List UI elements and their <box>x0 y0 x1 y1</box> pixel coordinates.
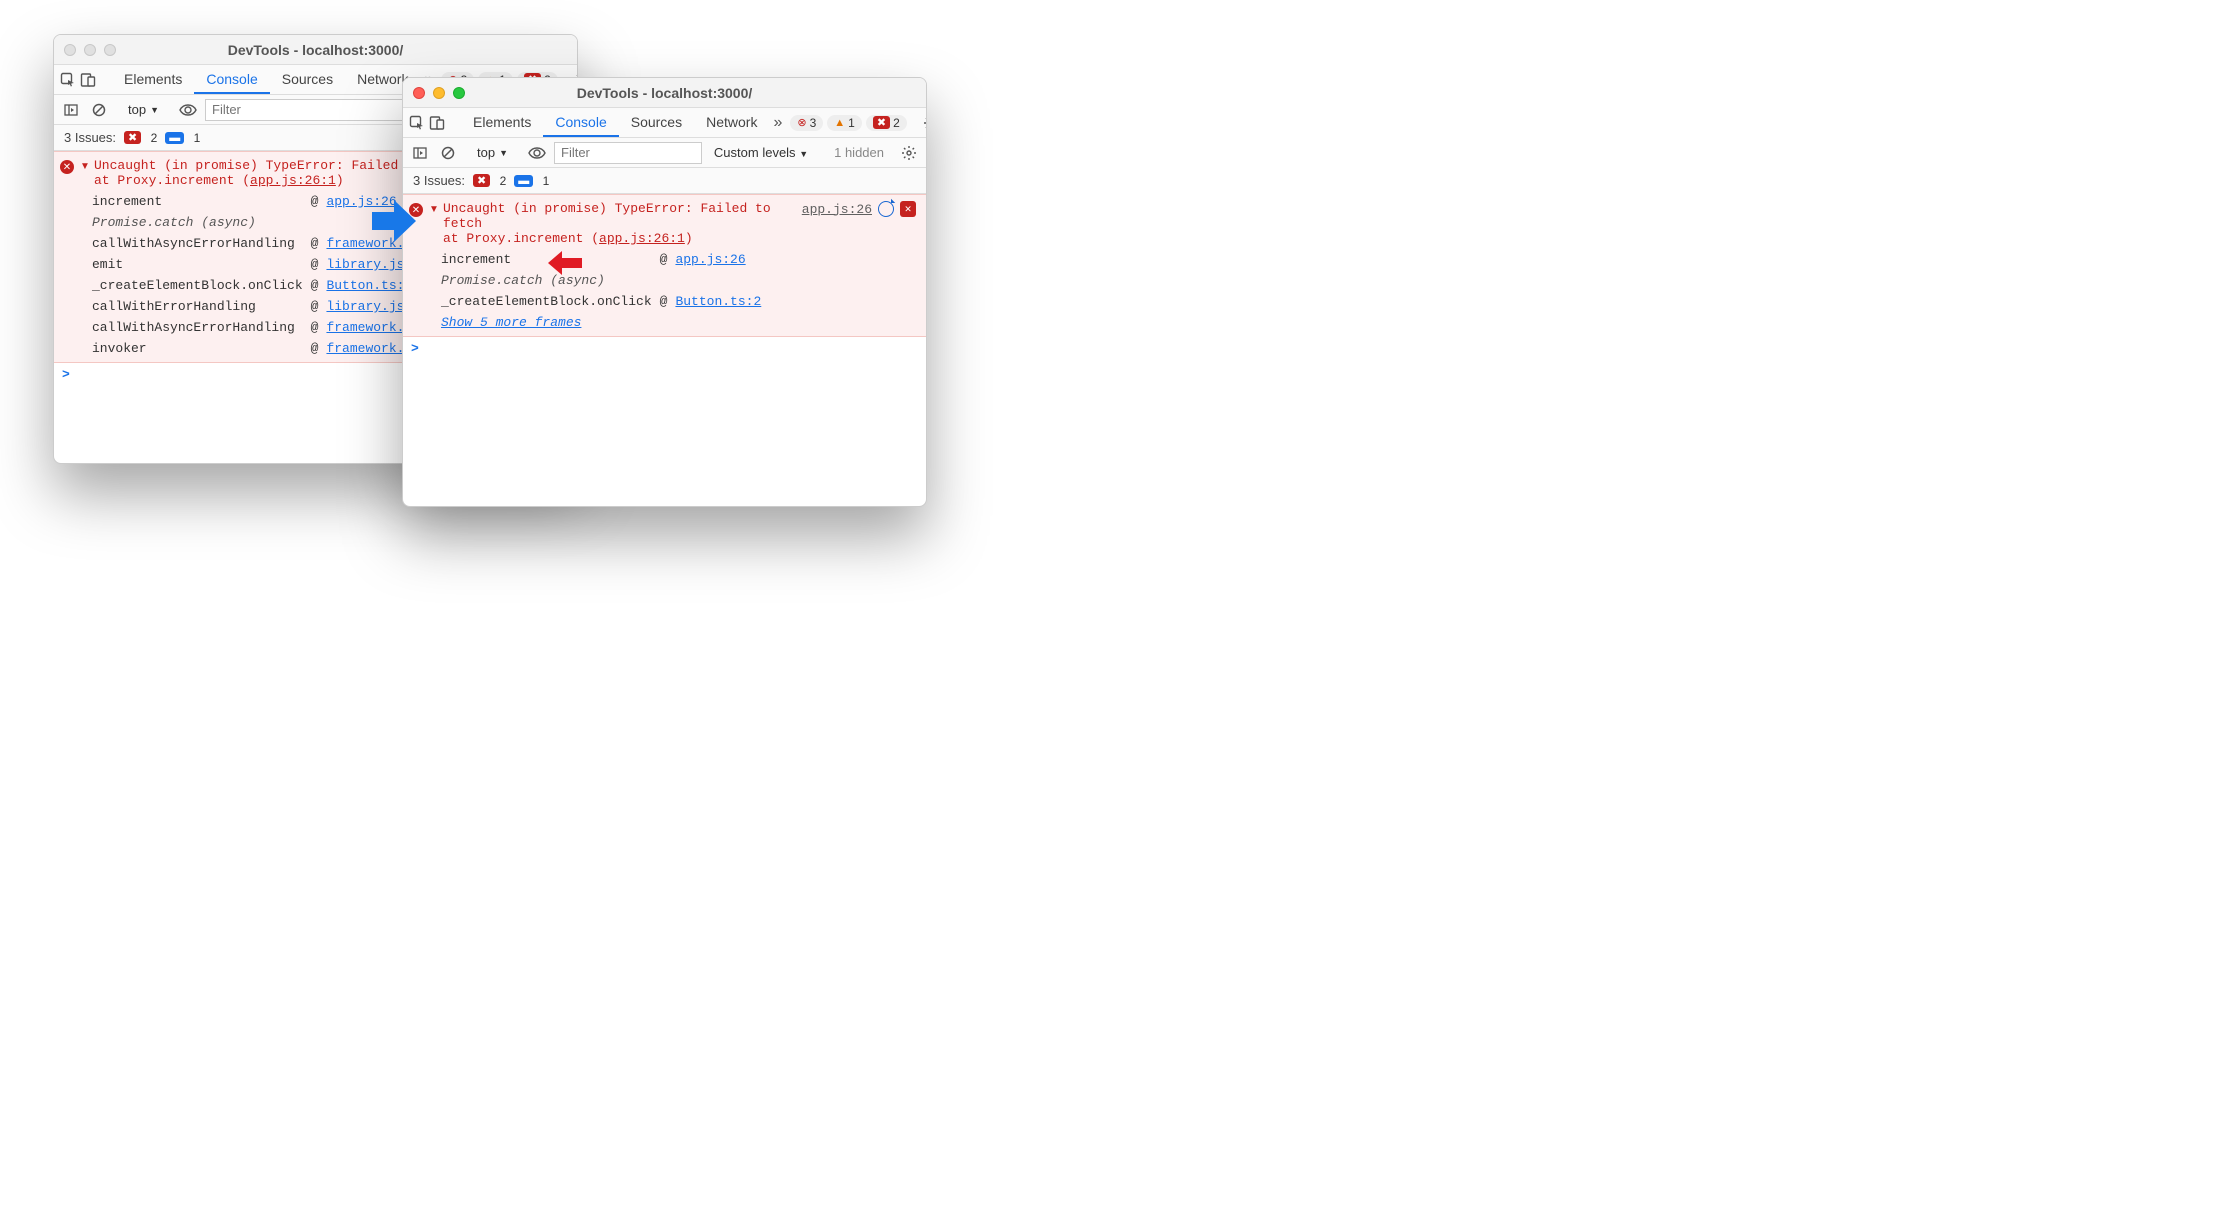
context-selector[interactable]: top▼ <box>122 102 165 117</box>
stack-fn: callWithAsyncErrorHandling <box>92 320 303 335</box>
console-prompt[interactable]: > <box>403 337 926 360</box>
dismiss-error-icon[interactable]: ✕ <box>900 201 916 217</box>
issues-red-count: 2 <box>500 174 507 188</box>
traffic-zoom[interactable] <box>104 44 116 56</box>
settings-gear-icon[interactable] <box>923 111 927 135</box>
stack-fn: emit <box>92 257 303 272</box>
context-selector[interactable]: top▼ <box>471 145 514 160</box>
clear-console-icon[interactable] <box>437 142 459 164</box>
window-titlebar: DevTools - localhost:3000/ <box>54 35 577 65</box>
restart-frame-icon[interactable] <box>878 201 894 217</box>
window-title: DevTools - localhost:3000/ <box>54 42 577 58</box>
breaking-badge[interactable]: ✖2 <box>866 115 907 131</box>
annotation-arrow-red <box>548 251 582 275</box>
filter-input[interactable] <box>554 142 702 164</box>
breaking-count: 2 <box>893 116 900 130</box>
devtools-tabbar: Elements Console Sources Network » ⊗3 ▲1… <box>403 108 926 138</box>
async-boundary: Promise.catch (async) <box>441 273 920 288</box>
live-expression-icon[interactable] <box>177 99 199 121</box>
traffic-close[interactable] <box>64 44 76 56</box>
stack-fn: _createElementBlock.onClick <box>441 294 652 309</box>
issues-label: 3 Issues: <box>413 173 465 188</box>
console-toolbar: top▼ Custom levels ▼ 1 hidden <box>403 138 926 168</box>
issues-blue-count: 1 <box>543 174 550 188</box>
hidden-count[interactable]: 1 hidden <box>826 145 892 160</box>
errors-count: 3 <box>810 116 817 130</box>
annotation-arrow-blue <box>370 198 418 244</box>
tab-sources[interactable]: Sources <box>270 65 345 94</box>
errors-badge[interactable]: ⊗3 <box>790 115 823 131</box>
device-toolbar-icon[interactable] <box>80 68 96 92</box>
stack-fn: _createElementBlock.onClick <box>92 278 303 293</box>
issues-label: 3 Issues: <box>64 130 116 145</box>
issues-red-count: 2 <box>151 131 158 145</box>
tab-elements[interactable]: Elements <box>112 65 194 94</box>
console-body: ✕ ▼ Uncaught (in promise) TypeError: Fai… <box>403 194 926 506</box>
issues-bar[interactable]: 3 Issues: ✖ 2 ▬ 1 <box>403 168 926 194</box>
traffic-close[interactable] <box>413 87 425 99</box>
stack-link[interactable]: app.js:26 <box>675 252 920 267</box>
device-toolbar-icon[interactable] <box>429 111 445 135</box>
clear-console-icon[interactable] <box>88 99 110 121</box>
tab-elements[interactable]: Elements <box>461 108 543 137</box>
context-label: top <box>128 102 146 117</box>
inspect-element-icon[interactable] <box>409 111 425 135</box>
error-source-link[interactable]: app.js:26 <box>802 202 872 217</box>
stack-fn: invoker <box>92 341 303 356</box>
toggle-sidebar-icon[interactable] <box>60 99 82 121</box>
window-titlebar: DevTools - localhost:3000/ <box>403 78 926 108</box>
error-origin-link[interactable]: app.js:26:1 <box>250 173 336 188</box>
main-tabs: Elements Console Sources Network <box>461 108 769 137</box>
issues-blue-count: 1 <box>194 131 201 145</box>
main-tabs: Elements Console Sources Network <box>112 65 420 94</box>
devtools-window-right: DevTools - localhost:3000/ Elements Cons… <box>402 77 927 507</box>
console-settings-gear-icon[interactable] <box>898 142 920 164</box>
show-more-frames-link[interactable]: Show 5 more frames <box>441 315 920 330</box>
tab-network[interactable]: Network <box>694 108 769 137</box>
tab-sources[interactable]: Sources <box>619 108 694 137</box>
error-origin-link[interactable]: app.js:26:1 <box>599 231 685 246</box>
tab-console[interactable]: Console <box>543 108 618 137</box>
stack-fn: increment <box>441 252 652 267</box>
stack-fn: increment <box>92 194 303 209</box>
console-error-block: ✕ ▼ Uncaught (in promise) TypeError: Fai… <box>403 194 926 337</box>
warnings-badge[interactable]: ▲1 <box>827 115 862 131</box>
window-title: DevTools - localhost:3000/ <box>403 85 926 101</box>
more-tabs-icon[interactable]: » <box>773 111 782 135</box>
inspect-element-icon[interactable] <box>60 68 76 92</box>
traffic-zoom[interactable] <box>453 87 465 99</box>
traffic-minimize[interactable] <box>84 44 96 56</box>
context-label: top <box>477 145 495 160</box>
stack-fn: callWithErrorHandling <box>92 299 303 314</box>
traffic-lights <box>64 44 116 56</box>
stack-link[interactable]: Button.ts:2 <box>675 294 920 309</box>
expand-error-arrow[interactable]: ▼ <box>429 204 441 215</box>
warnings-count: 1 <box>848 116 855 130</box>
stack-trace: increment@app.js:26 Promise.catch (async… <box>403 248 926 330</box>
expand-error-arrow[interactable]: ▼ <box>80 161 92 172</box>
error-icon: ✕ <box>60 160 74 174</box>
log-levels-selector[interactable]: Custom levels ▼ <box>708 145 814 160</box>
live-expression-icon[interactable] <box>526 142 548 164</box>
tab-console[interactable]: Console <box>194 65 269 94</box>
stack-fn: callWithAsyncErrorHandling <box>92 236 303 251</box>
toggle-sidebar-icon[interactable] <box>409 142 431 164</box>
traffic-lights <box>413 87 465 99</box>
traffic-minimize[interactable] <box>433 87 445 99</box>
error-message: Uncaught (in promise) TypeError: Failed … <box>443 201 800 246</box>
